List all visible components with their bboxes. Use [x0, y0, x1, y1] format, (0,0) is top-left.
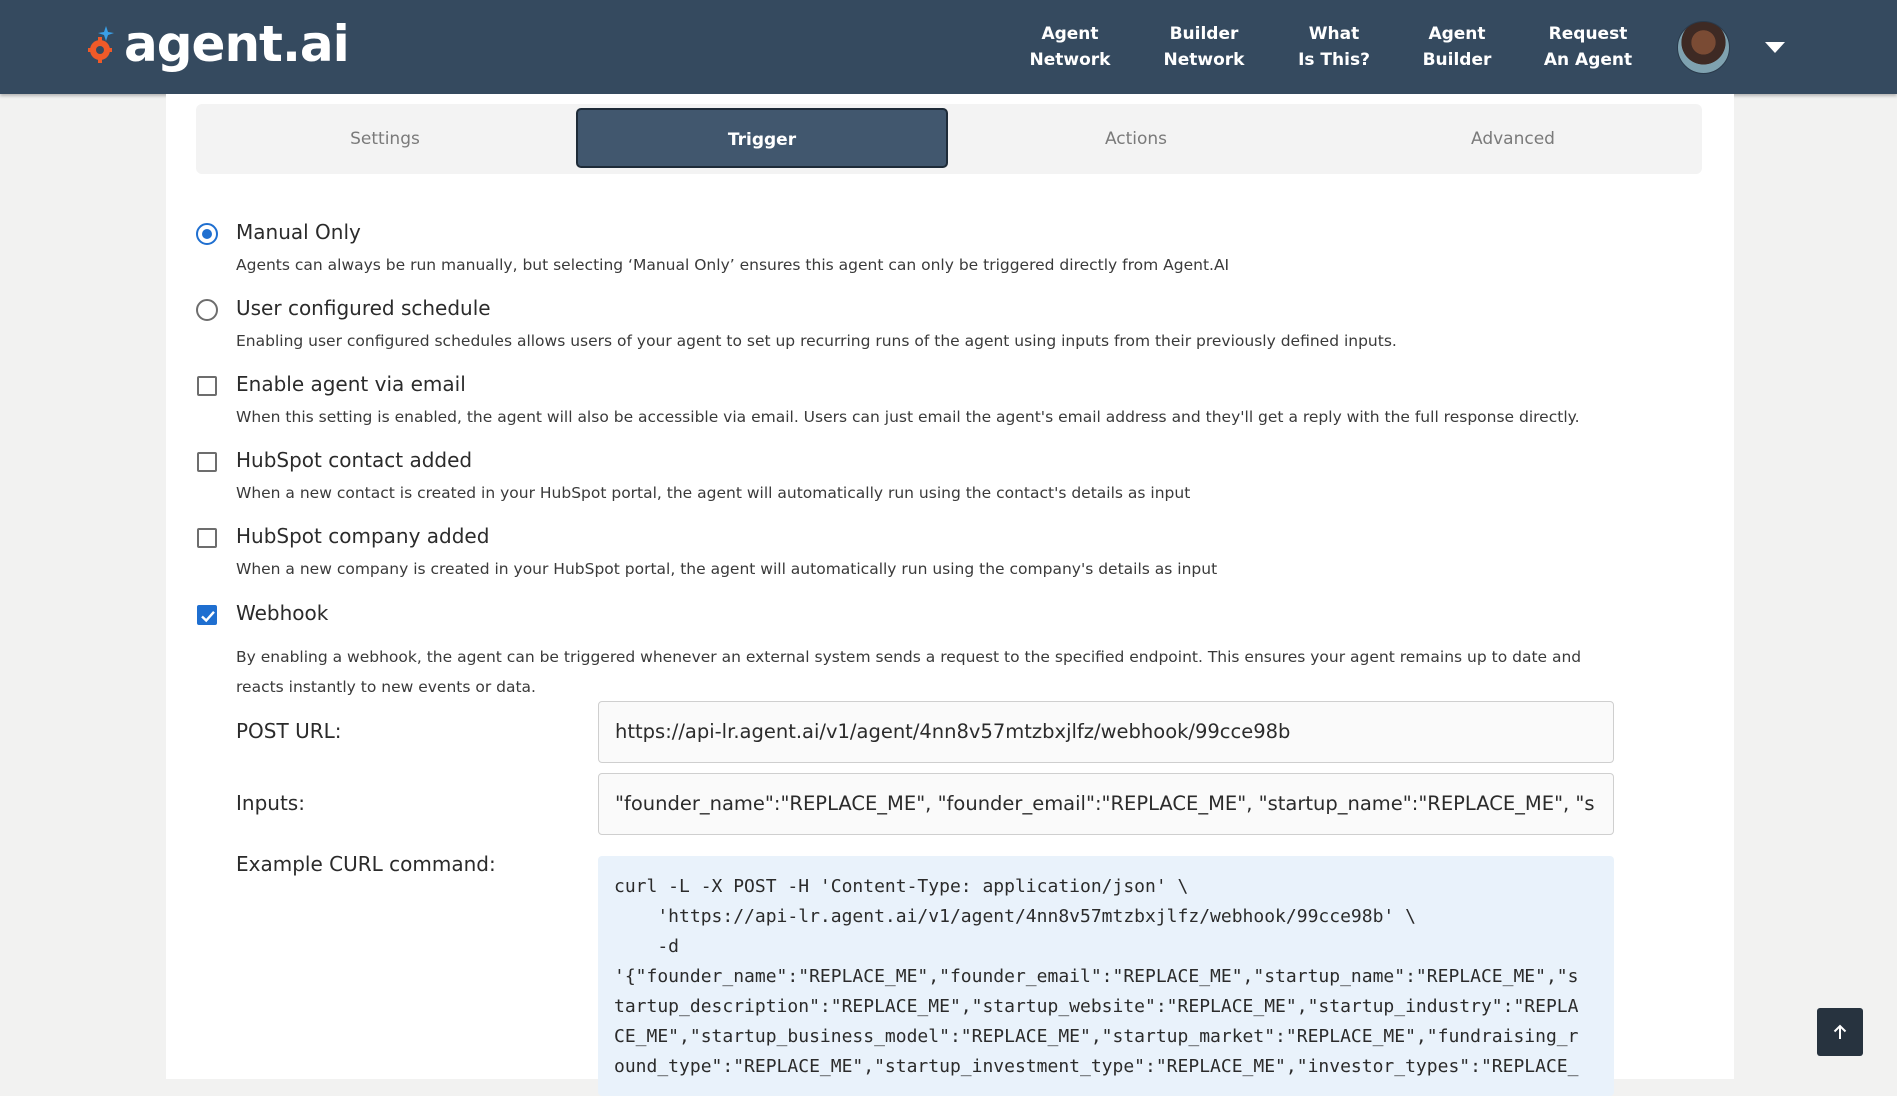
tab-actions[interactable]: Actions [948, 104, 1324, 174]
email-description: When this setting is enabled, the agent … [236, 408, 1580, 426]
nav-agent-network[interactable]: Agent Network [1015, 21, 1125, 73]
user-schedule-description: Enabling user configured schedules allow… [236, 332, 1397, 350]
nav-label-line1: Builder [1169, 24, 1239, 44]
top-navbar: agent.ai Agent Network Builder Network W… [0, 0, 1897, 94]
agent-ai-logo-icon [88, 26, 114, 63]
logo[interactable]: agent.ai [88, 14, 350, 74]
logo-text: agent.ai [124, 15, 350, 73]
nav-label-line2: Network [1163, 50, 1245, 70]
post-url-label: POST URL: [236, 719, 342, 743]
tab-trigger[interactable]: Trigger [576, 108, 948, 168]
inputs-label: Inputs: [236, 791, 305, 815]
user-avatar[interactable] [1677, 21, 1730, 74]
arrow-up-icon [1833, 1024, 1847, 1039]
tab-bar: Settings Trigger Actions Advanced [196, 104, 1702, 174]
inputs-field[interactable]: "founder_name":"REPLACE_ME", "founder_em… [598, 773, 1614, 835]
hubspot-contact-checkbox[interactable] [197, 452, 217, 472]
manual-only-label[interactable]: Manual Only [236, 220, 361, 244]
hubspot-contact-label[interactable]: HubSpot contact added [236, 448, 472, 472]
email-checkbox[interactable] [197, 376, 217, 396]
webhook-checkbox[interactable] [197, 605, 217, 625]
nav-label-line1: Request [1548, 24, 1628, 44]
nav-what-is-this[interactable]: What Is This? [1279, 21, 1389, 73]
nav-label-line1: Agent [1041, 24, 1099, 44]
curl-command-label: Example CURL command: [236, 852, 496, 876]
user-schedule-label[interactable]: User configured schedule [236, 296, 491, 320]
manual-only-radio[interactable] [196, 223, 218, 245]
nav-agent-builder[interactable]: Agent Builder [1402, 21, 1512, 73]
scroll-to-top-button[interactable] [1817, 1008, 1863, 1056]
email-label[interactable]: Enable agent via email [236, 372, 466, 396]
post-url-field[interactable]: https://api-lr.agent.ai/v1/agent/4nn8v57… [598, 701, 1614, 763]
nav-label-line2: An Agent [1543, 50, 1633, 70]
tab-settings[interactable]: Settings [196, 104, 574, 174]
curl-command-code[interactable]: curl -L -X POST -H 'Content-Type: applic… [598, 856, 1614, 1096]
checkmark-icon [201, 610, 215, 623]
nav-builder-network[interactable]: Builder Network [1149, 21, 1259, 73]
nav-label-line2: Builder [1422, 50, 1492, 70]
webhook-description: By enabling a webhook, the agent can be … [236, 648, 1582, 696]
user-schedule-radio[interactable] [196, 299, 218, 321]
nav-label-line1: Agent [1428, 24, 1486, 44]
nav-label-line1: What [1308, 24, 1360, 44]
tab-advanced[interactable]: Advanced [1324, 104, 1702, 174]
chevron-down-icon[interactable] [1765, 42, 1785, 53]
hubspot-company-description: When a new company is created in your Hu… [236, 560, 1218, 578]
webhook-label[interactable]: Webhook [236, 601, 328, 625]
nav-label-line2: Is This? [1298, 50, 1370, 70]
hubspot-company-checkbox[interactable] [197, 528, 217, 548]
hubspot-company-label[interactable]: HubSpot company added [236, 524, 489, 548]
trigger-settings-panel: Settings Trigger Actions Advanced Manual… [166, 94, 1734, 1096]
nav-request-an-agent[interactable]: Request An Agent [1533, 21, 1643, 73]
hubspot-contact-description: When a new contact is created in your Hu… [236, 484, 1191, 502]
nav-label-line2: Network [1029, 50, 1111, 70]
manual-only-description: Agents can always be run manually, but s… [236, 256, 1230, 274]
